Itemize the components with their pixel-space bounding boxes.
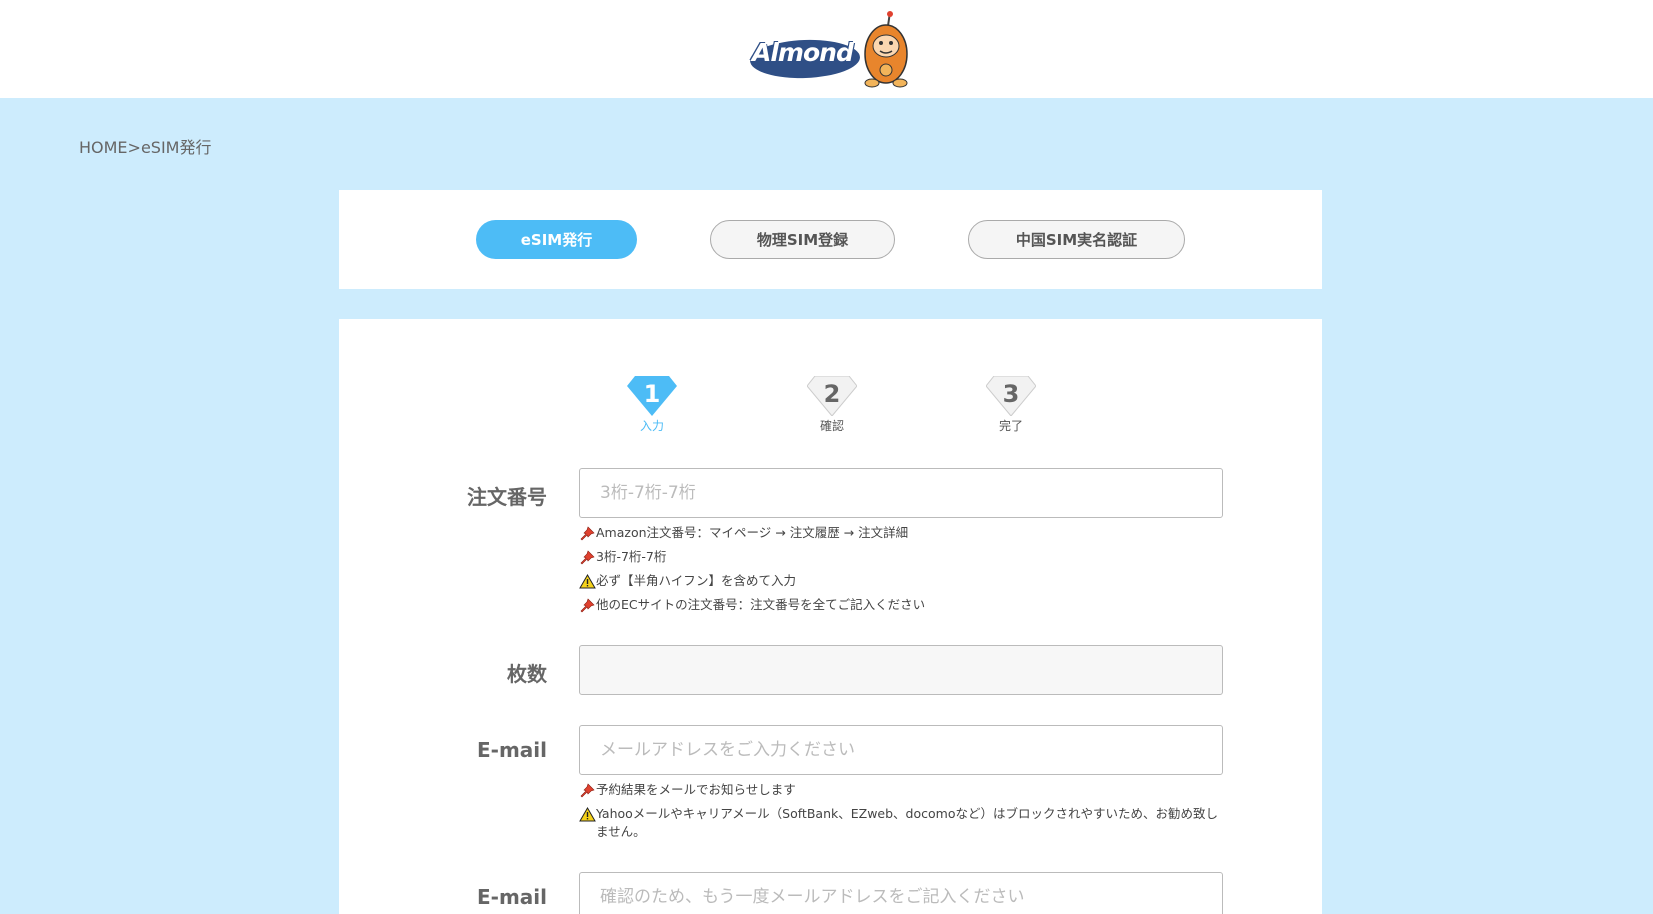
step-label: 完了 — [998, 419, 1023, 433]
email-note-2: Yahooメールやキャリアメール（SoftBank、EZweb、docomoなど… — [579, 805, 1223, 841]
step-label: 確認 — [819, 419, 844, 433]
step-number: 1 — [644, 380, 661, 408]
email-note-1: 予約結果をメールでお知らせします — [579, 781, 1223, 799]
tab-physical-sim[interactable]: 物理SIM登録 — [710, 220, 895, 259]
step-label: 入力 — [639, 419, 664, 433]
pin-icon — [580, 783, 595, 798]
step-complete: 3 完了 — [986, 376, 1036, 434]
step-input: 1 入力 — [627, 376, 677, 434]
step-2-gem-icon: 2 — [807, 376, 857, 416]
note-text: 3桁-7桁-7桁 — [596, 549, 667, 564]
tabs-card: eSIM発行 物理SIM登録 中国SIM実名認証 — [339, 190, 1322, 289]
email-label: E-mail — [476, 738, 547, 762]
quantity-input[interactable] — [579, 645, 1223, 695]
warning-icon — [579, 807, 596, 822]
tab-esim-issue[interactable]: eSIM発行 — [476, 220, 637, 259]
brand-logo[interactable]: Almond — [748, 10, 910, 88]
warning-icon — [579, 574, 596, 589]
form-card: 1 入力 2 確認 3 完了 注文番号 Amazon注文番号：マイページ → 注… — [339, 319, 1322, 914]
note-text: 他のECサイトの注文番号：注文番号を全てご記入ください — [596, 597, 926, 612]
email-confirm-label: E-mail — [476, 885, 547, 909]
pin-icon — [580, 550, 595, 565]
step-3-gem-icon: 3 — [986, 376, 1036, 416]
order-note-1: Amazon注文番号：マイページ → 注文履歴 → 注文詳細 — [579, 524, 1223, 542]
step-number: 3 — [1003, 380, 1020, 408]
email-input[interactable] — [579, 725, 1223, 775]
logo-wordmark: Almond — [752, 38, 854, 67]
email-confirm-input[interactable] — [579, 872, 1223, 914]
mascot-icon — [864, 11, 908, 88]
note-text: Amazon注文番号：マイページ → 注文履歴 → 注文詳細 — [596, 525, 909, 540]
note-text: 予約結果をメールでお知らせします — [596, 782, 796, 797]
step-1-gem-icon: 1 — [627, 376, 677, 416]
step-number: 2 — [824, 380, 841, 408]
step-confirm: 2 確認 — [807, 376, 857, 434]
quantity-label: 枚数 — [507, 662, 547, 686]
note-text: 必ず【半角ハイフン】を含めて入力 — [596, 573, 797, 588]
breadcrumb[interactable]: HOME>eSIM発行 — [79, 134, 211, 158]
note-text: Yahooメールやキャリアメール（SoftBank、EZweb、docomoなど… — [596, 806, 1218, 839]
pin-icon — [580, 526, 595, 541]
site-header: Almond — [0, 0, 1653, 98]
order-number-label: 注文番号 — [467, 485, 547, 509]
order-note-3: 必ず【半角ハイフン】を含めて入力 — [579, 572, 1223, 590]
order-note-4: 他のECサイトの注文番号：注文番号を全てご記入ください — [579, 596, 1223, 614]
order-note-2: 3桁-7桁-7桁 — [579, 548, 1223, 566]
tab-china-sim-verification[interactable]: 中国SIM実名認証 — [968, 220, 1185, 259]
pin-icon — [580, 598, 595, 613]
order-number-input[interactable] — [579, 468, 1223, 518]
